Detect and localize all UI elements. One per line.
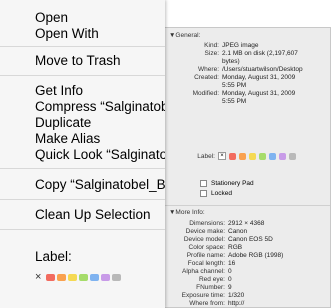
menu-label-heading: Label: (35, 249, 72, 264)
more-value: 0 (228, 268, 232, 275)
more-value: 1/320 (228, 292, 245, 299)
info-label-yellow-swatch[interactable] (249, 152, 256, 160)
menu-item-duplicate[interactable]: Duplicate (35, 115, 91, 131)
label-red-swatch[interactable] (46, 273, 55, 281)
menu-item-compress[interactable]: Compress “Salginatobe (35, 99, 165, 115)
locked-label: Locked (211, 190, 232, 197)
general-key: Modified: (192, 90, 219, 97)
more-key: Alpha channel: (181, 268, 225, 275)
more-value: Adobe RGB (1998) (228, 252, 284, 259)
label-blue-swatch[interactable] (90, 273, 99, 281)
menu-item-open[interactable]: Open (35, 10, 68, 26)
menu-item-get-info[interactable]: Get Info (35, 83, 83, 99)
general-value: bytes) (222, 58, 240, 65)
general-section-header[interactable]: ▼General: (169, 32, 200, 39)
context-menu: Open Open With Move to Trash Get Info Co… (0, 0, 165, 308)
more-key: Focal length: (187, 260, 225, 267)
more-key: Device make: (185, 228, 225, 235)
more-value: Canon EOS 5D (228, 236, 273, 243)
menu-item-quick-look[interactable]: Quick Look “Salginatob (35, 147, 165, 163)
info-label-key: Label: (197, 152, 215, 160)
more-value: Canon (228, 228, 248, 235)
info-label-purple-swatch[interactable] (279, 152, 286, 160)
menu-separator (0, 75, 165, 76)
locked-checkbox[interactable]: Locked (200, 190, 232, 197)
menu-separator (0, 229, 165, 230)
more-key: Where from: (189, 300, 225, 307)
more-key: FNumber: (196, 284, 225, 291)
menu-separator (0, 168, 165, 169)
more-key: Profile name: (186, 252, 225, 259)
info-label-gray-swatch[interactable] (289, 152, 296, 160)
label-green-swatch[interactable] (79, 273, 88, 281)
menu-separator (0, 199, 165, 200)
general-value: Monday, August 31, 2009 (222, 90, 296, 97)
more-value: 0 (228, 276, 232, 283)
more-value: RGB (228, 244, 243, 251)
stationery-pad-checkbox[interactable]: Stationery Pad (200, 180, 254, 187)
general-key: Where: (198, 66, 219, 73)
info-label-red-swatch[interactable] (229, 152, 236, 160)
menu-item-make-alias[interactable]: Make Alias (35, 131, 100, 147)
more-value: 16 (228, 260, 236, 267)
general-value: JPEG image (222, 42, 259, 49)
general-value: 5:55 PM (222, 98, 247, 105)
menu-separator (0, 46, 165, 47)
more-key: Dimensions: (189, 220, 225, 227)
more-value: 2912 × 4368 (228, 220, 265, 227)
more-key: Red eye: (198, 276, 225, 283)
label-orange-swatch[interactable] (57, 273, 66, 281)
no-label-icon[interactable]: × (35, 271, 44, 283)
checkbox-box[interactable] (200, 190, 207, 197)
label-yellow-swatch[interactable] (68, 273, 77, 281)
label-purple-swatch[interactable] (101, 273, 110, 281)
menu-item-open-with[interactable]: Open With (35, 26, 99, 42)
general-value: Monday, August 31, 2009 (222, 74, 296, 81)
more-key: Exposure time: (181, 292, 225, 299)
general-key: Size: (204, 50, 219, 57)
info-label-green-swatch[interactable] (259, 152, 266, 160)
info-label-blue-swatch[interactable] (269, 152, 276, 160)
more-key: Color space: (188, 244, 226, 251)
more-value: 9 (228, 284, 232, 291)
general-value: 2.1 MB on disk (2,197,607 (222, 50, 298, 57)
stationery-pad-label: Stationery Pad (211, 180, 254, 187)
info-label-orange-swatch[interactable] (239, 152, 246, 160)
checkbox-box[interactable] (200, 180, 207, 187)
general-key: Created: (194, 74, 219, 81)
info-label-row: Label: × (185, 152, 296, 160)
general-value: 5:55 PM (222, 82, 247, 89)
more-key: Device model: (183, 236, 225, 243)
menu-item-copy[interactable]: Copy “Salginatobel_Bric (35, 177, 165, 193)
more-value: http:// (228, 300, 245, 307)
get-info-panel: ▼General: Kind: JPEG image Size: 2.1 MB on … (164, 27, 331, 308)
general-key: Kind: (204, 42, 219, 49)
menu-item-clean-up-selection[interactable]: Clean Up Selection (35, 207, 151, 223)
menu-label-swatches: × (35, 271, 121, 283)
info-no-label-icon[interactable]: × (218, 152, 226, 160)
menu-item-move-to-trash[interactable]: Move to Trash (35, 53, 121, 69)
general-value: /Users/stuartwilson/Desktop (222, 66, 303, 73)
more-info-section-header[interactable]: ▼More Info: (169, 209, 205, 216)
label-gray-swatch[interactable] (112, 273, 121, 281)
section-divider (165, 205, 330, 206)
